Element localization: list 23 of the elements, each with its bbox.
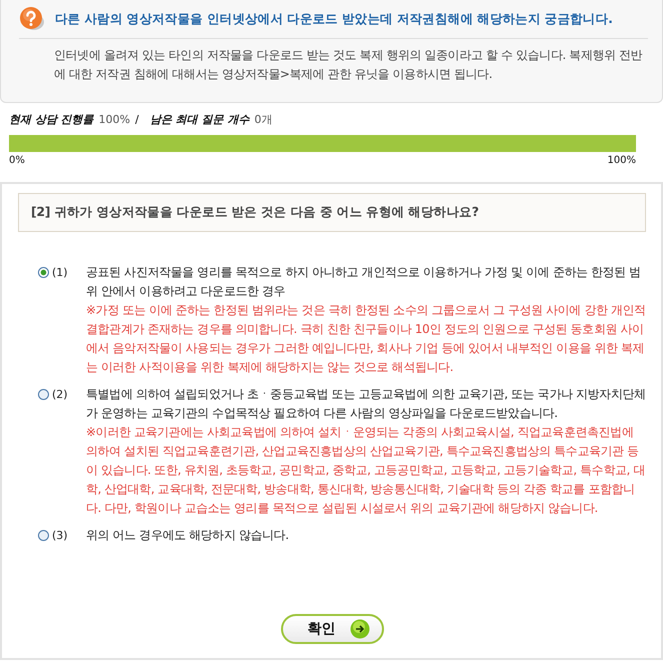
faq-question: 다른 사람의 영상저작물을 인터넷상에서 다운로드 받았는데 저작권침해에 해당하는지 궁금합니다. — [55, 10, 613, 28]
option-text: 공표된 사진저작물을 영리를 목적으로 하지 아니하고 개인적으로 이용하거나 가정 및 이에 준하는 한정된 범위 안에서 이용하려고 다운로드한 경우 — [86, 264, 642, 300]
progress-value: 100% — [98, 112, 130, 126]
faq-answer: 인터넷에 올려져 있는 타인의 저작물을 다운로드 받는 것도 복제 행위의 일종이라고 할 수 있습니다. 복제행위 전반에 대한 저작권 침해에 대해서는 영상저작물>복제에 관한 유닛을 이용하시면 됩니다. — [53, 47, 644, 83]
radio-button[interactable] — [38, 530, 49, 541]
remaining-label: 남은 최대 질문 개수 — [150, 112, 250, 126]
option-note: ※이러한 교육기관에는 사회교육법에 의하여 설치ㆍ운영되는 각종의 사회교육시설, 직업교육훈련촉진법에 의하여 설치된 직업교육훈련기관, 산업교육진흥법상의 산업교육기관, 특수교육진흥법상의 특수교육기관 등이 있습니다. 또한, 유치원, 초등학교, 공민학교, 중학교, 고등공민학교, 고등학교, 고등기술학교, 특수학교, 대학, 산업대학, 교육대학, 전문대학, 방송대학, 통신대학, 방송통신대학, 기술대학 등의 각종 학교를 포함합니다. 다만, 학원이나 교습소는 영리를 목적으로 설립된 시설로서 위의 교육기관에 해당하지 않습니다. — [86, 424, 646, 517]
option-number: (1) — [52, 266, 68, 279]
separator-text: / — [135, 112, 139, 126]
confirm-button[interactable]: 확인 — [280, 614, 384, 644]
min-label: 0% — [9, 155, 25, 166]
option-number: (2) — [52, 388, 68, 401]
radio-button[interactable] — [38, 389, 49, 400]
option-text: 특별법에 의하여 설립되었거나 초ㆍ중등교육법 또는 고등교육법에 의한 교육기관, 또는 국가나 지방자치단체가 운영하는 교육기관의 수업목적상 필요하여 다른 사람의 영상파일을 다운로드받았습니다. — [86, 386, 646, 422]
option-note: ※가정 또는 이에 준하는 한정된 범위라는 것은 극히 한정된 소수의 그룹으로서 그 구성원 사이에 강한 개인적 결합관계가 존재하는 경우를 의미합니다. 극히 친한 친구들이나 10인 정도의 인원으로 구성된 동호회원 사이에서 음악저작물이 사용되는 경우가 그러한 예입니다만, 회사나 기업 등에 있어서 내부적인 이용을 위한 복제는 이러한 사적이용을 위한 복제에 해당하지는 않는 것으로 해석됩니다. — [86, 302, 646, 376]
remaining-value: 0개 — [254, 112, 272, 126]
radio-button[interactable] — [38, 267, 49, 278]
question-title: [2] 귀하가 영상저작물을 다운로드 받은 것은 다음 중 어느 유형에 해당하나요? — [31, 204, 479, 221]
option-text: 위의 어느 경우에도 해당하지 않습니다. — [86, 527, 290, 544]
option-number: (3) — [52, 529, 68, 542]
question-mark-icon — [19, 6, 45, 32]
max-label: 100% — [607, 155, 636, 166]
progress-label: 현재 상담 진행률 — [9, 112, 94, 126]
